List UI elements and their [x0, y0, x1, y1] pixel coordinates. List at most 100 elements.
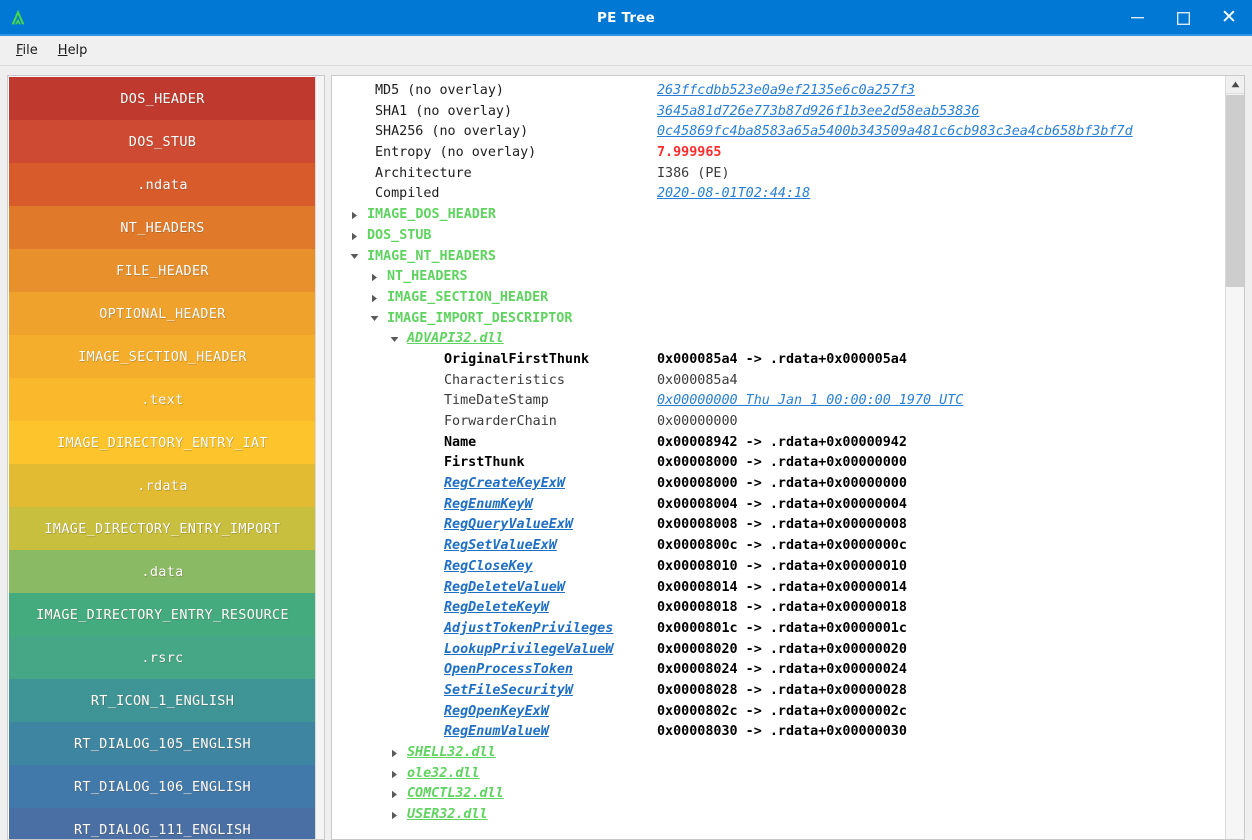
pe-map-item[interactable]: DOS_STUB: [9, 120, 316, 163]
chevron-right-icon[interactable]: [388, 770, 401, 779]
chevron-right-icon[interactable]: [388, 749, 401, 758]
dll-node-row[interactable]: SHELL32.dll: [332, 743, 1225, 764]
scroll-thumb[interactable]: [1226, 95, 1244, 287]
scroll-track[interactable]: [1226, 287, 1244, 839]
tree-summary-row[interactable]: MD5 (no overlay) 263ffcdbb523e0a9ef2135e6…: [332, 81, 1225, 102]
tree-node-row[interactable]: DOS_STUB: [332, 226, 1225, 247]
import-api-row[interactable]: RegDeleteValueW 0x00008014 -> .rdata+0x00…: [332, 578, 1225, 599]
tree-node[interactable]: DOS_STUB: [348, 226, 432, 247]
chevron-down-icon[interactable]: [348, 253, 361, 260]
chevron-right-icon[interactable]: [368, 273, 381, 282]
import-api-name[interactable]: RegOpenKeyExW: [444, 702, 549, 723]
tree-node-row[interactable]: NT_HEADERS: [332, 267, 1225, 288]
import-api-name[interactable]: OpenProcessToken: [444, 660, 573, 681]
dll-node[interactable]: SHELL32.dll: [388, 743, 496, 764]
pe-map-item[interactable]: IMAGE_DIRECTORY_ENTRY_IMPORT: [9, 507, 316, 550]
dll-node[interactable]: COMCTL32.dll: [388, 784, 504, 805]
chevron-right-icon[interactable]: [388, 790, 401, 799]
menu-help[interactable]: Help: [50, 39, 96, 62]
import-descriptor-field-row[interactable]: ForwarderChain 0x00000000: [332, 412, 1225, 433]
import-descriptor-field-row[interactable]: TimeDateStamp 0x00000000 Thu Jan 1 00:00:…: [332, 391, 1225, 412]
pe-map-item[interactable]: .data: [9, 550, 316, 593]
pe-map-item[interactable]: NT_HEADERS: [9, 206, 316, 249]
sidebar-scrollbar[interactable]: [315, 76, 324, 839]
tree-node-row[interactable]: IMAGE_DOS_HEADER: [332, 205, 1225, 226]
maximize-button[interactable]: [1160, 0, 1206, 36]
tree-summary-row[interactable]: Architecture I386 (PE): [332, 164, 1225, 185]
pe-map-item[interactable]: RT_DIALOG_105_ENGLISH: [9, 722, 316, 765]
import-api-name[interactable]: RegEnumValueW: [444, 722, 549, 743]
pe-map-item[interactable]: IMAGE_DIRECTORY_ENTRY_RESOURCE: [9, 593, 316, 636]
import-api-name[interactable]: RegDeleteKeyW: [444, 598, 549, 619]
import-api-row[interactable]: RegQueryValueExW 0x00008008 -> .rdata+0x0…: [332, 515, 1225, 536]
import-api-row[interactable]: RegOpenKeyExW 0x0000802c -> .rdata+0x0000…: [332, 702, 1225, 723]
pe-map-item[interactable]: RT_DIALOG_111_ENGLISH: [9, 808, 316, 839]
pe-map-item[interactable]: .rdata: [9, 464, 316, 507]
pe-map-item[interactable]: .ndata: [9, 163, 316, 206]
import-api-name[interactable]: RegSetValueExW: [444, 536, 557, 557]
dll-node[interactable]: USER32.dll: [388, 805, 488, 826]
tree-node-row[interactable]: IMAGE_NT_HEADERS: [332, 247, 1225, 268]
import-api-row[interactable]: AdjustTokenPrivileges 0x0000801c -> .rdat…: [332, 619, 1225, 640]
import-api-name[interactable]: RegCreateKeyExW: [444, 474, 565, 495]
import-descriptor-field-row[interactable]: Characteristics 0x000085a4: [332, 371, 1225, 392]
tree-node[interactable]: IMAGE_DOS_HEADER: [348, 205, 496, 226]
pe-map-item[interactable]: IMAGE_SECTION_HEADER: [9, 335, 316, 378]
pe-map-item[interactable]: RT_DIALOG_106_ENGLISH: [9, 765, 316, 808]
tree-node[interactable]: IMAGE_NT_HEADERS: [348, 247, 496, 268]
pe-map-item[interactable]: .text: [9, 378, 316, 421]
import-api-row[interactable]: RegDeleteKeyW 0x00008018 -> .rdata+0x0000…: [332, 598, 1225, 619]
tree-node-row[interactable]: IMAGE_SECTION_HEADER: [332, 288, 1225, 309]
close-button[interactable]: ✕: [1206, 0, 1252, 36]
import-api-name[interactable]: LookupPrivilegeValueW: [444, 640, 613, 661]
scroll-up-button[interactable]: [1226, 76, 1244, 94]
menu-file[interactable]: File: [8, 39, 46, 62]
import-descriptor-field-row[interactable]: Name 0x00008942 -> .rdata+0x00000942: [332, 433, 1225, 454]
summary-value[interactable]: 3645a81d726e773b87d926f1b3ee2d58eab53836: [657, 102, 979, 123]
chevron-right-icon[interactable]: [368, 294, 381, 303]
tree-node-row[interactable]: ADVAPI32.dll: [332, 329, 1225, 350]
import-api-name[interactable]: RegCloseKey: [444, 557, 533, 578]
summary-value[interactable]: 263ffcdbb523e0a9ef2135e6c0a257f3: [657, 81, 915, 102]
tree-scrollbar[interactable]: [1225, 76, 1244, 839]
tree-node-row[interactable]: IMAGE_IMPORT_DESCRIPTOR: [332, 309, 1225, 330]
pe-map-item[interactable]: IMAGE_DIRECTORY_ENTRY_IAT: [9, 421, 316, 464]
tree-summary-row[interactable]: Compiled 2020-08-01T02:44:18: [332, 184, 1225, 205]
import-api-row[interactable]: RegEnumKeyW 0x00008004 -> .rdata+0x000000…: [332, 495, 1225, 516]
chevron-down-icon[interactable]: [388, 336, 401, 343]
import-api-row[interactable]: OpenProcessToken 0x00008024 -> .rdata+0x0…: [332, 660, 1225, 681]
tree-summary-row[interactable]: SHA1 (no overlay) 3645a81d726e773b87d926f…: [332, 102, 1225, 123]
import-api-name[interactable]: RegQueryValueExW: [444, 515, 573, 536]
tree-node[interactable]: IMAGE_SECTION_HEADER: [368, 288, 548, 309]
chevron-right-icon[interactable]: [388, 811, 401, 820]
import-api-row[interactable]: RegCloseKey 0x00008010 -> .rdata+0x000000…: [332, 557, 1225, 578]
tree-summary-row[interactable]: Entropy (no overlay) 7.999965: [332, 143, 1225, 164]
pe-map-item[interactable]: .rsrc: [9, 636, 316, 679]
dll-node[interactable]: ole32.dll: [388, 764, 480, 785]
tree-summary-row[interactable]: SHA256 (no overlay) 0c45869fc4ba8583a65a5…: [332, 122, 1225, 143]
dll-node-row[interactable]: COMCTL32.dll: [332, 784, 1225, 805]
tree-node[interactable]: ADVAPI32.dll: [388, 329, 504, 350]
import-api-row[interactable]: LookupPrivilegeValueW 0x00008020 -> .rdat…: [332, 640, 1225, 661]
import-api-row[interactable]: RegCreateKeyExW 0x00008000 -> .rdata+0x00…: [332, 474, 1225, 495]
import-api-name[interactable]: SetFileSecurityW: [444, 681, 573, 702]
minimize-button[interactable]: [1114, 0, 1160, 36]
import-api-row[interactable]: RegEnumValueW 0x00008030 -> .rdata+0x0000…: [332, 722, 1225, 743]
import-api-name[interactable]: RegEnumKeyW: [444, 495, 533, 516]
tree-node[interactable]: IMAGE_IMPORT_DESCRIPTOR: [368, 309, 572, 330]
summary-value[interactable]: 2020-08-01T02:44:18: [657, 184, 810, 205]
pe-map-item[interactable]: RT_ICON_1_ENGLISH: [9, 679, 316, 722]
field-value[interactable]: 0x00000000 Thu Jan 1 00:00:00 1970 UTC: [657, 391, 963, 412]
pe-map-item[interactable]: FILE_HEADER: [9, 249, 316, 292]
import-api-name[interactable]: AdjustTokenPrivileges: [444, 619, 613, 640]
import-api-name[interactable]: RegDeleteValueW: [444, 578, 565, 599]
chevron-down-icon[interactable]: [368, 315, 381, 322]
chevron-right-icon[interactable]: [348, 232, 361, 241]
import-descriptor-field-row[interactable]: FirstThunk 0x00008000 -> .rdata+0x0000000…: [332, 453, 1225, 474]
dll-node-row[interactable]: USER32.dll: [332, 805, 1225, 826]
import-api-row[interactable]: RegSetValueExW 0x0000800c -> .rdata+0x000…: [332, 536, 1225, 557]
summary-value[interactable]: 0c45869fc4ba8583a65a5400b343509a481c6cb9…: [657, 122, 1133, 143]
import-api-row[interactable]: SetFileSecurityW 0x00008028 -> .rdata+0x0…: [332, 681, 1225, 702]
pe-map-item[interactable]: OPTIONAL_HEADER: [9, 292, 316, 335]
tree-node[interactable]: NT_HEADERS: [368, 267, 468, 288]
